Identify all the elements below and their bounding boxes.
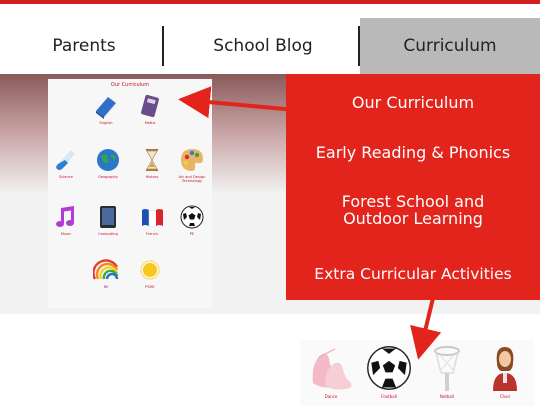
subject-geography: Geography (90, 147, 126, 179)
subject-music: Music (48, 204, 84, 236)
nav-item-school-blog[interactable]: School Blog (168, 18, 358, 74)
ballet-shoes-icon (302, 342, 360, 394)
club-label: Dance (324, 394, 338, 399)
subject-label: Geography (98, 175, 118, 179)
subject-label: RE (103, 285, 109, 289)
subject-pshe: PSHE (132, 257, 168, 289)
subject-label: Maths (144, 121, 156, 125)
subject-english: English (88, 93, 124, 125)
subject-re: RE (88, 257, 124, 289)
subject-science: Science (48, 147, 84, 179)
subject-pe: PE (174, 204, 210, 236)
football-icon (179, 204, 205, 230)
curriculum-thumbnail: Our Curriculum English Maths Science Geo… (48, 79, 212, 308)
extra-curricular-thumbnail: Dance Football Netball Choir (300, 340, 534, 406)
music-note-icon (53, 204, 79, 230)
rainbow-icon (93, 257, 119, 283)
club-label: Choir (499, 394, 511, 399)
main-navigation: Parents School Blog Curriculum (0, 18, 540, 74)
subject-art-dt: Art and Design Technology (174, 147, 210, 183)
top-accent-line (0, 0, 540, 4)
club-label: Football (381, 394, 397, 399)
sun-icon (137, 257, 163, 283)
club-football: Football (360, 342, 418, 399)
paint-palette-icon (179, 147, 205, 173)
subject-history: History (134, 147, 170, 179)
tablet-icon (95, 204, 121, 230)
club-netball: Netball (418, 342, 476, 399)
hourglass-icon (139, 147, 165, 173)
globe-icon (95, 147, 121, 173)
menu-item-extra-curricular[interactable]: Extra Curricular Activities (286, 266, 540, 283)
test-tube-icon (53, 147, 79, 173)
french-flag-icon (139, 204, 165, 230)
menu-item-our-curriculum[interactable]: Our Curriculum (286, 94, 540, 111)
netball-hoop-icon (418, 342, 476, 394)
menu-item-forest-school[interactable]: Forest School and Outdoor Learning (286, 193, 540, 227)
club-label: Netball (439, 394, 455, 399)
nav-item-curriculum[interactable]: Curriculum (360, 18, 540, 74)
curriculum-dropdown-menu: Our Curriculum Early Reading & Phonics F… (286, 74, 540, 300)
subject-label: Music (60, 232, 72, 236)
subject-computing: Computing (90, 204, 126, 236)
subject-label: Computing (98, 232, 118, 236)
club-dance: Dance (302, 342, 360, 399)
singer-icon (476, 342, 534, 394)
subject-label: Science (59, 175, 73, 179)
subject-label: PE (189, 232, 195, 236)
football-icon (360, 342, 418, 394)
menu-item-early-reading-phonics[interactable]: Early Reading & Phonics (286, 144, 540, 161)
thumbnail-title: Our Curriculum (110, 82, 150, 88)
subject-label: History (145, 175, 159, 179)
nav-divider (162, 26, 164, 66)
subject-label: Art and Design Technology (178, 175, 206, 183)
subject-french: French (134, 204, 170, 236)
subject-maths: Maths (132, 93, 168, 125)
calculator-icon (137, 93, 163, 119)
subject-label: PSHE (145, 285, 155, 289)
nav-item-parents[interactable]: Parents (0, 18, 168, 74)
blue-book-icon (93, 93, 119, 119)
subject-label: French (146, 232, 158, 236)
club-choir: Choir (476, 342, 534, 399)
subject-label: English (99, 121, 113, 125)
